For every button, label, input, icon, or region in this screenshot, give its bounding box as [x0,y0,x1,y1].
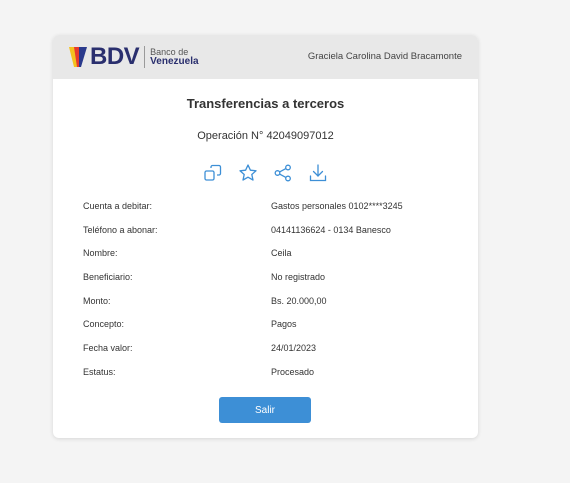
detail-row: Cuenta a debitar: Gastos personales 0102… [83,201,453,225]
bdv-logo: BDV Banco de Venezuela [67,44,199,70]
detail-value: Ceila [271,248,292,259]
download-icon[interactable] [308,163,328,183]
user-name: Graciela Carolina David Bracamonte [307,51,462,62]
transfer-receipt-card: BDV Banco de Venezuela Graciela Carolina… [53,35,478,438]
logo-divider [144,46,146,68]
operation-number: Operación N° 42049097012 [197,130,334,142]
copy-icon[interactable] [203,163,223,183]
detail-row: Concepto: Pagos [83,319,453,343]
detail-label: Concepto: [83,319,125,330]
detail-row: Fecha valor: 24/01/2023 [83,343,453,367]
action-icons [203,163,333,185]
detail-label: Nombre: [83,248,118,259]
detail-value: Procesado [271,366,315,377]
brand-name: BDV [90,43,140,70]
detail-value: Bs. 20.000,00 [271,295,327,306]
detail-value: 04141136624 - 0134 Banesco [271,224,391,235]
detail-value: No registrado [271,272,326,283]
detail-value: Pagos [271,319,297,330]
exit-button[interactable]: Salir [219,397,311,423]
detail-label: Fecha valor: [83,343,133,354]
star-icon[interactable] [238,163,258,183]
detail-label: Teléfono a abonar: [83,224,158,235]
share-icon[interactable] [273,163,293,183]
detail-label: Estatus: [83,366,116,377]
app-header: BDV Banco de Venezuela Graciela Carolina… [53,35,478,79]
page-title: Transferencias a terceros [186,96,345,111]
detail-row: Teléfono a abonar: 04141136624 - 0134 Ba… [83,225,453,249]
detail-row: Monto: Bs. 20.000,00 [83,296,453,320]
brand-subtitle: Banco de Venezuela [150,47,198,67]
detail-value: Gastos personales 0102****3245 [271,201,403,211]
transfer-details: Cuenta a debitar: Gastos personales 0102… [83,201,453,391]
detail-label: Monto: [83,295,111,306]
detail-label: Beneficiario: [83,272,133,283]
brand-subtitle-line2: Venezuela [150,56,199,67]
detail-value: 24/01/2023 [271,343,317,354]
bdv-logo-mark-icon [69,47,87,67]
detail-row: Beneficiario: No registrado [83,272,453,296]
detail-label: Cuenta a debitar: [83,201,153,211]
detail-row: Estatus: Procesado [83,367,453,391]
detail-row: Nombre: Ceila [83,248,453,272]
